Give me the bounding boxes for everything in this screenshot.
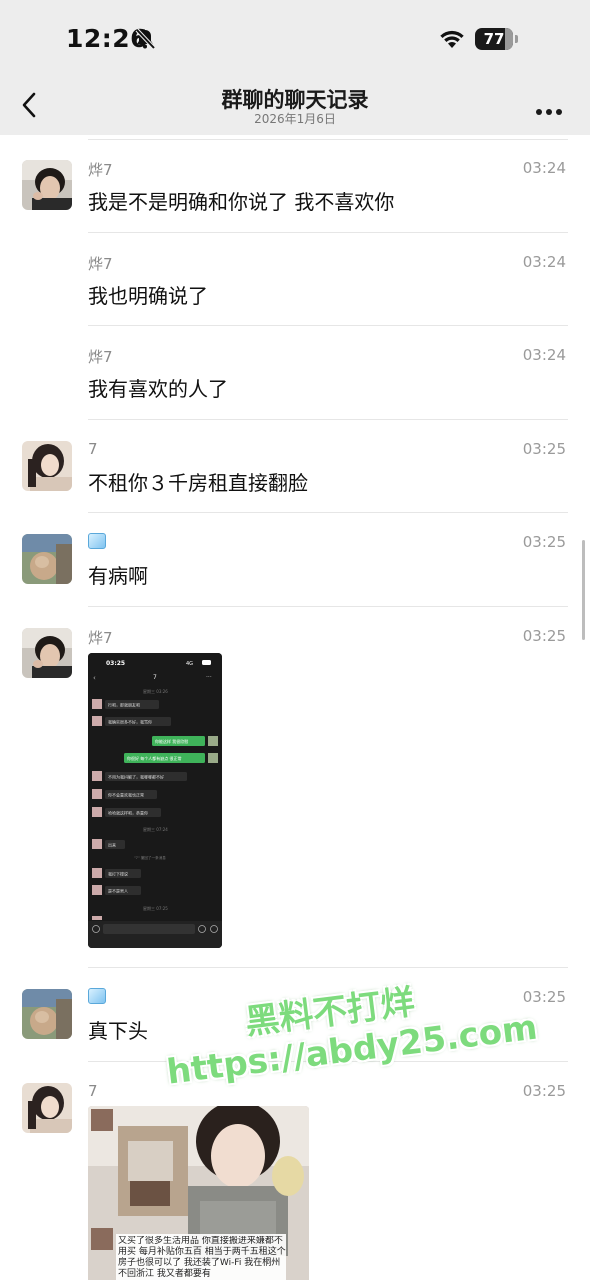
message-text: 真下头	[88, 1019, 148, 1043]
divider	[88, 419, 568, 420]
bell-muted-icon	[135, 28, 156, 50]
ice-cube-icon	[88, 533, 106, 549]
nav-bar: 群聊的聊天记录 2026年1月6日	[0, 80, 590, 135]
image-attachment[interactable]: 03:25 4G ‹ 7 ··· 星期三 03:26 行吧，那就朋友吧 我确实很…	[88, 653, 222, 948]
message-text: 不租你３千房租直接翻脸	[88, 471, 308, 495]
embedded-line: 不用为我抖解了，我哪哪都不好	[108, 774, 164, 780]
embedded-line: 你能这样 我很欣慰	[155, 738, 188, 744]
svg-text:‹: ‹	[93, 674, 96, 682]
svg-text:···: ···	[206, 674, 212, 681]
message-text: 有病啊	[88, 564, 148, 588]
sender-name: 7	[88, 1082, 98, 1100]
sender-name	[88, 533, 106, 553]
avatar[interactable]	[22, 441, 72, 491]
embedded-line: 出来	[108, 842, 116, 848]
avatar[interactable]	[22, 989, 72, 1039]
embedded-line: 我打下楼说	[108, 871, 128, 877]
divider	[88, 325, 568, 326]
sender-name: 烨7	[88, 629, 113, 647]
embedded-line: 是不是男人	[108, 888, 128, 894]
message-list[interactable]: 烨7 03:24 我是不是明确和你说了 我不喜欢你 烨7 03:24 我也明确说…	[0, 135, 590, 1280]
embedded-header: 7	[153, 674, 157, 681]
divider	[88, 1061, 568, 1062]
battery-indicator: 77	[475, 28, 519, 50]
divider	[88, 606, 568, 607]
embedded-line: 哈哈就这样吧，恭喜你	[108, 810, 148, 816]
message-time: 03:24	[522, 159, 566, 177]
sender-name	[88, 988, 106, 1008]
message-time: 03:25	[522, 533, 566, 551]
more-icon[interactable]	[536, 100, 568, 115]
status-bar: 12:26 77	[0, 0, 590, 80]
embedded-date-1: 星期三 03:26	[143, 688, 168, 694]
message-time: 03:25	[522, 627, 566, 645]
divider	[88, 967, 568, 968]
divider	[88, 139, 568, 140]
embedded-status-right: 4G	[186, 661, 193, 667]
divider	[88, 232, 568, 233]
message-text: 我有喜欢的人了	[88, 377, 228, 401]
divider	[88, 512, 568, 513]
scrollbar[interactable]	[582, 540, 585, 640]
ice-cube-icon	[88, 988, 106, 1004]
message-time: 03:25	[522, 988, 566, 1006]
message-text: 我是不是明确和你说了 我不喜欢你	[88, 190, 395, 214]
embedded-recall: "7" 撤回了一条消息	[134, 855, 166, 860]
wifi-icon	[440, 30, 464, 48]
sender-name: 7	[88, 440, 98, 458]
avatar[interactable]	[22, 534, 72, 584]
avatar[interactable]	[22, 628, 72, 678]
message-time: 03:24	[522, 346, 566, 364]
embedded-line: 你不会喜欢我也正常	[108, 792, 144, 798]
photo-caption: 又买了很多生活用品 你直接搬进来嫌都不用买 每月补贴你五百 相当于两千五租这个房…	[118, 1236, 286, 1279]
sender-name: 烨7	[88, 348, 113, 366]
battery-level: 77	[483, 30, 505, 48]
message-time: 03:25	[522, 1082, 566, 1100]
embedded-line: 你很好 每个人都有缺点 很正常	[127, 755, 182, 761]
sender-name: 烨7	[88, 255, 113, 273]
image-attachment[interactable]: 又买了很多生活用品 你直接搬进来嫌都不用买 每月补贴你五百 相当于两千五租这个房…	[88, 1106, 309, 1280]
embedded-date-2: 星期三 07:24	[143, 826, 168, 832]
page-subtitle: 2026年1月6日	[254, 112, 336, 126]
message-text: 我也明确说了	[88, 284, 208, 308]
message-time: 03:25	[522, 440, 566, 458]
embedded-status-time: 03:25	[106, 660, 125, 667]
embedded-line: 我确实很多不好，我骂你	[108, 719, 152, 725]
embedded-line: 行吧，那就朋友吧	[108, 702, 140, 708]
message-time: 03:24	[522, 253, 566, 271]
sender-name: 烨7	[88, 161, 113, 179]
avatar[interactable]	[22, 1083, 72, 1133]
avatar[interactable]	[22, 160, 72, 210]
embedded-date-3: 星期三 07:25	[143, 905, 168, 911]
